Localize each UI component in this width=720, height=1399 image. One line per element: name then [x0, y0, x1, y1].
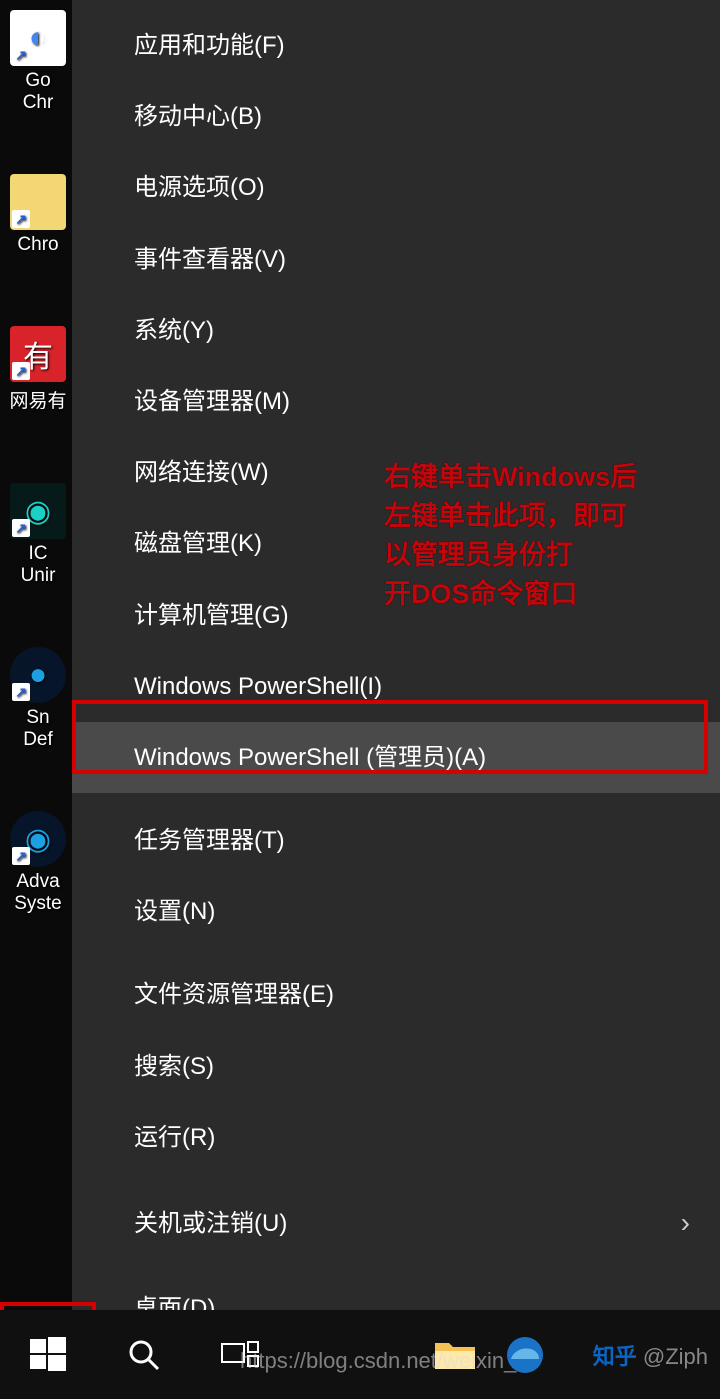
asc-icon: ◉ ↗	[10, 811, 66, 867]
desktop-icon-label: IC Unir	[21, 543, 56, 587]
menu-power-options[interactable]: 电源选项(O)	[72, 152, 720, 223]
menu-item-label: 设备管理器(M)	[134, 386, 290, 417]
menu-item-label: 设置(N)	[134, 896, 215, 927]
desktop-icon-folder[interactable]: ↗ Chro	[0, 174, 76, 256]
iobit-icon: ◉ ↗	[10, 483, 66, 539]
menu-item-label: Windows PowerShell (管理员)(A)	[134, 742, 486, 773]
shortcut-arrow-icon: ↗	[12, 210, 30, 228]
smartdefrag-icon: ● ↗	[10, 647, 66, 703]
menu-device-manager[interactable]: 设备管理器(M)	[72, 366, 720, 437]
windows-logo-icon	[28, 1335, 68, 1375]
menu-apps-features[interactable]: 应用和功能(F)	[72, 10, 720, 81]
desktop-icon-iobit[interactable]: ◉ ↗ IC Unir	[0, 483, 76, 587]
shortcut-arrow-icon: ↗	[12, 683, 30, 701]
start-button[interactable]	[0, 1310, 96, 1399]
menu-event-viewer[interactable]: 事件查看器(V)	[72, 224, 720, 295]
shortcut-arrow-icon: ↗	[12, 362, 30, 380]
menu-item-label: 网络连接(W)	[134, 457, 269, 488]
desktop-icon-label: Go Chr	[23, 70, 54, 114]
menu-settings[interactable]: 设置(N)	[72, 876, 720, 947]
menu-item-label: 应用和功能(F)	[134, 30, 285, 61]
menu-shutdown-signout[interactable]: 关机或注销(U) ›	[72, 1185, 720, 1261]
menu-item-label: 移动中心(B)	[134, 101, 262, 132]
menu-item-label: Windows PowerShell(I)	[134, 671, 382, 702]
menu-item-label: 运行(R)	[134, 1122, 215, 1153]
menu-computer-management[interactable]: 计算机管理(G)	[72, 580, 720, 651]
desktop-icons-column: ◐ ↗ Go Chr ↗ Chro 有 ↗ 网易有 ◉ ↗ IC Unir ● …	[0, 0, 80, 1310]
desktop-icon-label: Adva Syste	[14, 871, 62, 915]
desktop-icon-chrome[interactable]: ◐ ↗ Go Chr	[0, 10, 76, 114]
menu-powershell[interactable]: Windows PowerShell(I)	[72, 651, 720, 722]
menu-system[interactable]: 系统(Y)	[72, 295, 720, 366]
menu-file-explorer[interactable]: 文件资源管理器(E)	[72, 959, 720, 1030]
desktop-icon-advancedsystemcare[interactable]: ◉ ↗ Adva Syste	[0, 811, 76, 915]
menu-item-label: 文件资源管理器(E)	[134, 979, 334, 1010]
chrome-icon: ◐ ↗	[10, 10, 66, 66]
menu-item-label: 搜索(S)	[134, 1051, 214, 1082]
shortcut-arrow-icon: ↗	[12, 46, 30, 64]
folder-icon: ↗	[10, 174, 66, 230]
desktop-icon-youdao[interactable]: 有 ↗ 网易有	[0, 326, 76, 413]
menu-item-label: 关机或注销(U)	[134, 1208, 287, 1239]
taskbar-search[interactable]	[96, 1310, 192, 1399]
menu-run[interactable]: 运行(R)	[72, 1102, 720, 1173]
menu-disk-management[interactable]: 磁盘管理(K)	[72, 508, 720, 579]
zhihu-user: @Ziph	[643, 1344, 708, 1369]
menu-task-manager[interactable]: 任务管理器(T)	[72, 805, 720, 876]
search-icon	[126, 1337, 162, 1373]
csdn-watermark: https://blog.csdn.net/weixin_	[240, 1348, 516, 1374]
menu-item-label: 磁盘管理(K)	[134, 528, 262, 559]
menu-search[interactable]: 搜索(S)	[72, 1031, 720, 1102]
menu-item-label: 计算机管理(G)	[134, 600, 289, 631]
youdao-icon: 有 ↗	[10, 326, 66, 382]
desktop-icon-label: Sn Def	[23, 707, 53, 751]
zhihu-label: 知乎	[593, 1344, 637, 1369]
winx-context-menu: 应用和功能(F) 移动中心(B) 电源选项(O) 事件查看器(V) 系统(Y) …	[72, 0, 720, 1310]
menu-item-label: 电源选项(O)	[134, 172, 265, 203]
zhihu-attribution: 知乎 @Ziph	[593, 1339, 708, 1371]
desktop-icon-label: 网易有	[9, 386, 66, 413]
shortcut-arrow-icon: ↗	[12, 519, 30, 537]
menu-mobility-center[interactable]: 移动中心(B)	[72, 81, 720, 152]
desktop-icon-label: Chro	[17, 234, 58, 256]
menu-powershell-admin[interactable]: Windows PowerShell (管理员)(A)	[72, 722, 720, 793]
menu-item-label: 任务管理器(T)	[134, 825, 285, 856]
desktop-icon-smartdefrag[interactable]: ● ↗ Sn Def	[0, 647, 76, 751]
chevron-right-icon: ›	[681, 1205, 690, 1241]
menu-network-connections[interactable]: 网络连接(W)	[72, 437, 720, 508]
menu-item-label: 事件查看器(V)	[134, 244, 286, 275]
shortcut-arrow-icon: ↗	[12, 847, 30, 865]
menu-item-label: 系统(Y)	[134, 315, 214, 346]
